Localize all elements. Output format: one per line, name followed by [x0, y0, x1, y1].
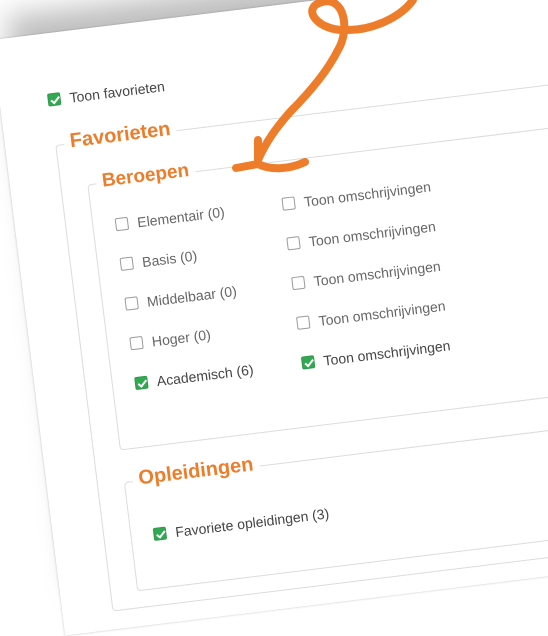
level-checkbox[interactable]	[134, 375, 149, 391]
level-option-academisch[interactable]: Academisch (6)	[134, 361, 255, 393]
show-favorites-option[interactable]: Toon favorieten	[46, 77, 166, 109]
level-checkbox[interactable]	[129, 336, 144, 351]
level-option-middelbaar[interactable]: Middelbaar (0)	[124, 282, 238, 314]
occupations-legend: Beroepen	[94, 159, 197, 194]
desc-checkbox[interactable]	[281, 196, 296, 212]
favorites-fieldset: Favorieten Beroepen Elementair (0) Toon …	[55, 81, 548, 612]
desc-checkbox[interactable]	[296, 315, 311, 331]
educations-fieldset: Opleidingen Favoriete opleidingen (3)	[123, 420, 548, 592]
desc-label: Toon omschrijvingen	[303, 178, 432, 210]
desc-label: Toon omschrijvingen	[307, 218, 437, 250]
desc-option-basis[interactable]: Toon omschrijvingen	[286, 217, 437, 253]
desc-label: Toon omschrijvingen	[312, 257, 442, 290]
desc-checkbox[interactable]	[286, 236, 301, 251]
level-checkbox[interactable]	[124, 296, 139, 311]
show-favorites-checkbox[interactable]	[46, 92, 62, 107]
desc-label: Toon omschrijvingen	[317, 297, 447, 329]
level-option-basis[interactable]: Basis (0)	[119, 247, 198, 274]
desc-option-hoger[interactable]: Toon omschrijvingen	[296, 297, 447, 333]
level-label: Academisch (6)	[155, 361, 255, 390]
show-favorites-label: Toon favorieten	[68, 78, 166, 106]
desc-option-elementair[interactable]: Toon omschrijvingen	[281, 178, 432, 214]
favorites-panel: Toon favorieten Favorieten Beroepen Elem…	[0, 0, 548, 636]
occupations-fieldset: Beroepen Elementair (0) Toon omschrijvin…	[87, 122, 548, 451]
desc-checkbox[interactable]	[300, 355, 316, 370]
favorite-educations-option[interactable]: Favoriete opleidingen (3)	[152, 505, 330, 544]
level-label: Elementair (0)	[136, 203, 226, 231]
desc-option-middelbaar[interactable]: Toon omschrijvingen	[291, 257, 442, 293]
favorite-educations-checkbox[interactable]	[152, 526, 168, 542]
level-option-hoger[interactable]: Hoger (0)	[129, 326, 212, 354]
favorites-legend: Favorieten	[62, 117, 178, 154]
level-checkbox[interactable]	[114, 217, 130, 232]
favorite-educations-label: Favoriete opleidingen (3)	[174, 505, 331, 541]
level-label: Middelbaar (0)	[146, 282, 238, 310]
level-option-elementair[interactable]: Elementair (0)	[114, 203, 226, 234]
desc-checkbox[interactable]	[291, 275, 306, 291]
desc-label: Toon omschrijvingen	[322, 337, 452, 369]
level-label: Basis (0)	[141, 247, 198, 271]
level-checkbox[interactable]	[119, 256, 135, 272]
educations-legend: Opleidingen	[131, 452, 261, 492]
desc-option-academisch[interactable]: Toon omschrijvingen	[300, 336, 452, 372]
level-label: Hoger (0)	[150, 326, 212, 350]
